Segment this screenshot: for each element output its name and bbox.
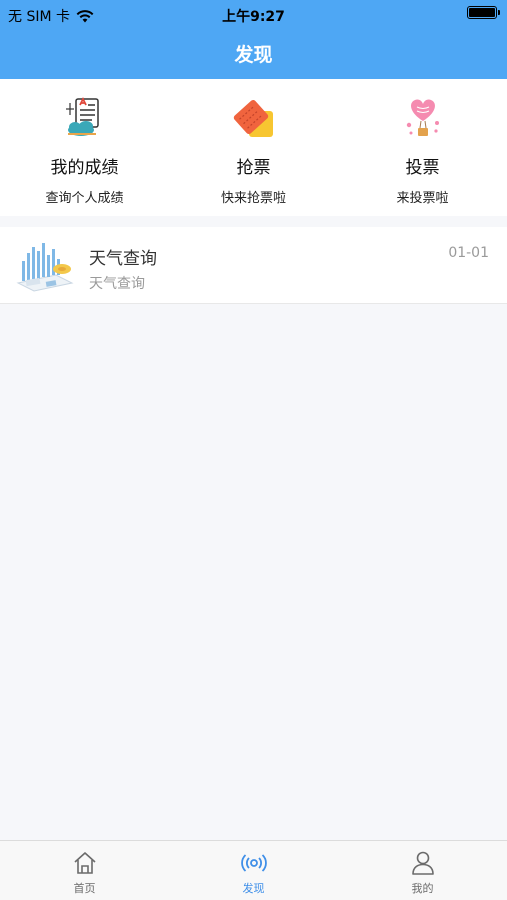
- tab-label: 发现: [242, 882, 265, 895]
- feature-title: 投票: [405, 158, 440, 178]
- list-item-date: 01-01: [448, 245, 489, 261]
- feature-subtitle: 查询个人成绩: [45, 191, 124, 206]
- tab-label: 首页: [73, 882, 96, 895]
- feature-subtitle: 来投票啦: [396, 191, 449, 206]
- feature-title: 我的成绩: [50, 158, 119, 178]
- ticket-icon: [233, 99, 273, 137]
- feature-grid: 我的成绩 查询个人成绩 抢票 快来抢票啦 投票 来投票啦: [0, 79, 507, 216]
- header: 无 SIM 卡 上午9:27 发现: [0, 0, 507, 79]
- home-icon: [73, 852, 96, 874]
- report-icon: [65, 96, 99, 136]
- list-item[interactable]: 天气查询 天气查询 01-01: [0, 227, 507, 304]
- page-title: 发现: [234, 44, 273, 66]
- tab-home[interactable]: 首页: [0, 841, 169, 900]
- feature-subtitle: 快来抢票啦: [220, 191, 286, 206]
- feature-my-grades[interactable]: 我的成绩 查询个人成绩: [0, 79, 169, 216]
- status-right: [467, 6, 500, 19]
- battery-icon: [467, 6, 500, 19]
- feature-vote[interactable]: 投票 来投票啦: [338, 79, 507, 216]
- heart-balloon-icon: [406, 99, 439, 136]
- status-bar: 无 SIM 卡 上午9:27: [0, 0, 507, 28]
- weather-chart-icon: [16, 243, 74, 292]
- tab-discover[interactable]: 发现: [169, 841, 338, 900]
- tab-bar: 首页 发现 我的: [0, 840, 507, 900]
- tab-label: 我的: [411, 882, 434, 895]
- status-time: 上午9:27: [222, 9, 285, 25]
- discover-icon: [240, 854, 267, 872]
- tab-mine[interactable]: 我的: [338, 841, 507, 900]
- feature-title: 抢票: [236, 158, 271, 178]
- feature-ticket[interactable]: 抢票 快来抢票啦: [169, 79, 338, 216]
- user-icon: [411, 851, 434, 875]
- list-item-subtitle: 天气查询: [89, 276, 145, 292]
- list-item-title: 天气查询: [89, 249, 157, 269]
